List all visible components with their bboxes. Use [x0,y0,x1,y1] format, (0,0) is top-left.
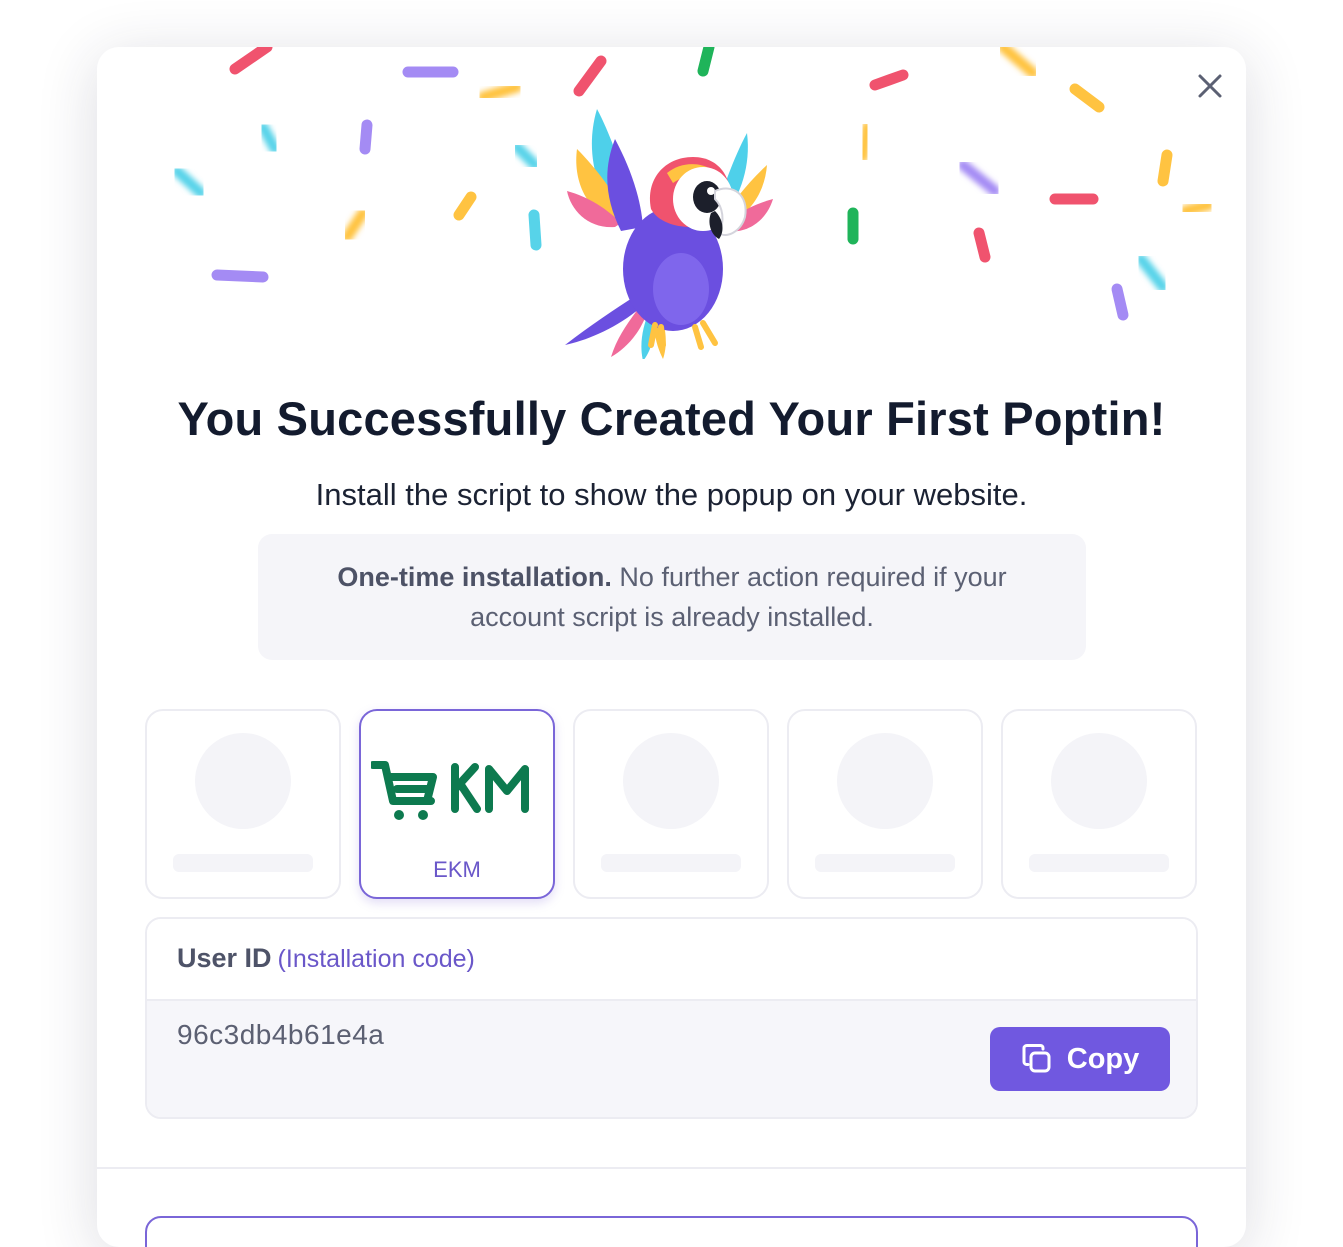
note-bold: One-time installation. [337,562,612,592]
ekm-cart-logo-icon [371,761,529,820]
installation-code-value[interactable]: 96c3db4b61e4a [177,1019,384,1051]
section-divider [97,1167,1246,1169]
installation-note: One-time installation. No further action… [258,534,1086,660]
skeleton-logo [1051,733,1147,829]
copy-icon [1022,1044,1051,1073]
platform-card-loading[interactable] [787,709,983,899]
copy-label: Copy [1066,1042,1140,1075]
user-id-label: User ID [177,943,272,973]
user-id-panel: User ID (Installation code) 96c3db4b61e4a… [145,917,1198,1119]
page-title: You Successfully Created Your First Popt… [177,392,1166,445]
user-id-sublabel: (Installation code) [277,945,475,973]
copy-button[interactable]: Copy [990,1027,1170,1091]
parrot-mascot-icon [565,109,773,359]
skeleton-label [173,854,313,872]
success-modal: You Successfully Created Your First Popt… [97,47,1246,1247]
user-id-body: 96c3db4b61e4a Copy [147,1001,1196,1117]
skeleton-logo [195,733,291,829]
next-section-box[interactable] [145,1216,1198,1247]
user-id-title: User ID (Installation code) [177,943,475,974]
skeleton-logo [623,733,719,829]
skeleton-label [601,854,741,872]
platform-label: EKM [433,857,481,882]
subtitle: Install the script to show the popup on … [315,477,1028,512]
platform-card-loading[interactable] [573,709,769,899]
platform-card-loading[interactable] [145,709,341,899]
skeleton-label [815,854,955,872]
close-button[interactable] [1191,67,1229,105]
platform-card-ekm[interactable]: EKM [359,709,555,899]
skeleton-label [1029,854,1169,872]
close-icon [1198,74,1222,98]
user-id-header: User ID (Installation code) [147,919,1196,1001]
platform-card-loading[interactable] [1001,709,1197,899]
skeleton-logo [837,733,933,829]
